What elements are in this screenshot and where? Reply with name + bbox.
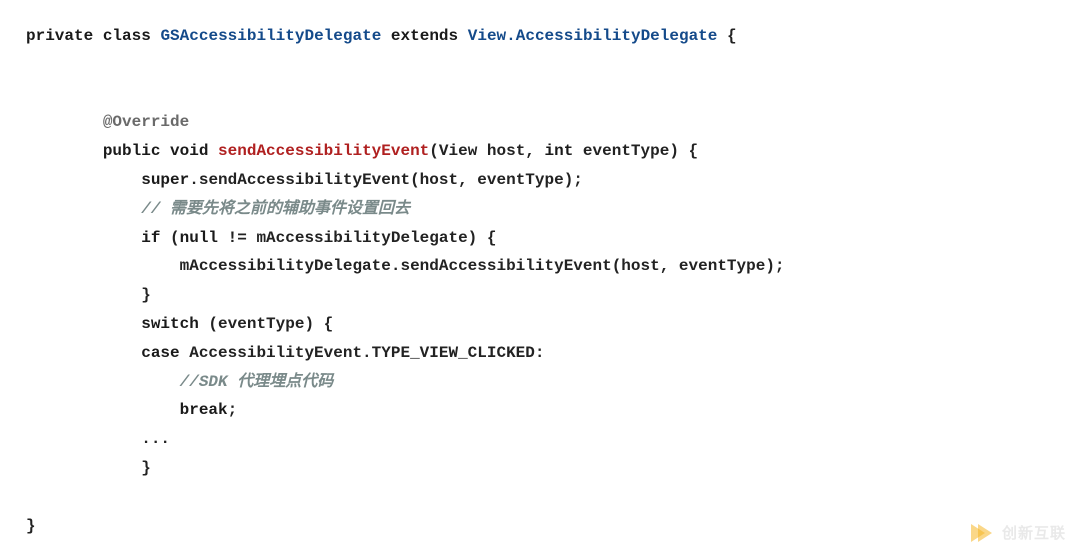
line-2 bbox=[26, 56, 36, 74]
line-3 bbox=[26, 85, 36, 103]
line-15: ... bbox=[26, 430, 170, 448]
kw-break: break bbox=[180, 401, 228, 419]
indent bbox=[26, 286, 141, 304]
kw-public: public bbox=[103, 142, 161, 160]
brace: } bbox=[141, 286, 151, 304]
indent bbox=[26, 171, 141, 189]
kw-private: private bbox=[26, 27, 93, 45]
indent bbox=[26, 401, 180, 419]
rest: AccessibilityEvent.TYPE_VIEW_CLICKED: bbox=[180, 344, 545, 362]
brace: } bbox=[26, 517, 36, 535]
kw-extends: extends bbox=[391, 27, 458, 45]
annotation-override: @Override bbox=[103, 113, 189, 131]
line-12: case AccessibilityEvent.TYPE_VIEW_CLICKE… bbox=[26, 344, 544, 362]
method-name: sendAccessibilityEvent bbox=[218, 142, 429, 160]
indent bbox=[26, 113, 103, 131]
line-4: @Override bbox=[26, 113, 189, 131]
watermark: 创新互联 bbox=[968, 519, 1066, 547]
line-9: mAccessibilityDelegate.sendAccessibility… bbox=[26, 257, 785, 275]
code-block: private class GSAccessibilityDelegate ex… bbox=[26, 22, 1054, 540]
kw-int: int bbox=[545, 142, 574, 160]
class-name: GSAccessibilityDelegate bbox=[160, 27, 381, 45]
comment-1: // 需要先将之前的辅助事件设置回去 bbox=[141, 200, 410, 218]
line-1: private class GSAccessibilityDelegate ex… bbox=[26, 27, 737, 45]
line-6: super.sendAccessibilityEvent(host, event… bbox=[26, 171, 583, 189]
line-11: switch (eventType) { bbox=[26, 315, 333, 333]
indent bbox=[26, 142, 103, 160]
kw-class: class bbox=[103, 27, 151, 45]
semi: ; bbox=[228, 401, 238, 419]
kw-if: if bbox=[141, 229, 160, 247]
indent bbox=[26, 200, 141, 218]
line-8: if (null != mAccessibilityDelegate) { bbox=[26, 229, 496, 247]
indent bbox=[26, 229, 141, 247]
sig-b: eventType) { bbox=[573, 142, 698, 160]
line-5: public void sendAccessibilityEvent(View … bbox=[26, 142, 698, 160]
line-17 bbox=[26, 488, 36, 506]
line-18: } bbox=[26, 517, 36, 535]
kw-void: void bbox=[170, 142, 208, 160]
rest: (eventType) { bbox=[199, 315, 333, 333]
comment-2: //SDK 代理埋点代码 bbox=[180, 373, 334, 391]
indent bbox=[26, 315, 141, 333]
watermark-text: 创新互联 bbox=[1002, 520, 1066, 547]
kw-null: null bbox=[180, 229, 218, 247]
sig-a: (View host, bbox=[429, 142, 544, 160]
super-class: View.AccessibilityDelegate bbox=[468, 27, 718, 45]
cond-b: != mAccessibilityDelegate) { bbox=[218, 229, 496, 247]
brace: } bbox=[141, 459, 151, 477]
ellipsis: ... bbox=[141, 430, 170, 448]
kw-case: case bbox=[141, 344, 179, 362]
cond-a: ( bbox=[160, 229, 179, 247]
indent bbox=[26, 459, 141, 477]
kw-super: super bbox=[141, 171, 189, 189]
indent bbox=[26, 430, 141, 448]
line-13: //SDK 代理埋点代码 bbox=[26, 373, 333, 391]
line-10: } bbox=[26, 286, 151, 304]
line-16: } bbox=[26, 459, 151, 477]
stmt: mAccessibilityDelegate.sendAccessibility… bbox=[180, 257, 785, 275]
kw-switch: switch bbox=[141, 315, 199, 333]
line-7: // 需要先将之前的辅助事件设置回去 bbox=[26, 200, 410, 218]
indent bbox=[26, 373, 180, 391]
indent bbox=[26, 344, 141, 362]
stmt: .sendAccessibilityEvent(host, eventType)… bbox=[189, 171, 583, 189]
indent bbox=[26, 257, 180, 275]
chevron-logo-icon bbox=[968, 519, 996, 547]
brace: { bbox=[727, 27, 737, 45]
line-14: break; bbox=[26, 401, 237, 419]
